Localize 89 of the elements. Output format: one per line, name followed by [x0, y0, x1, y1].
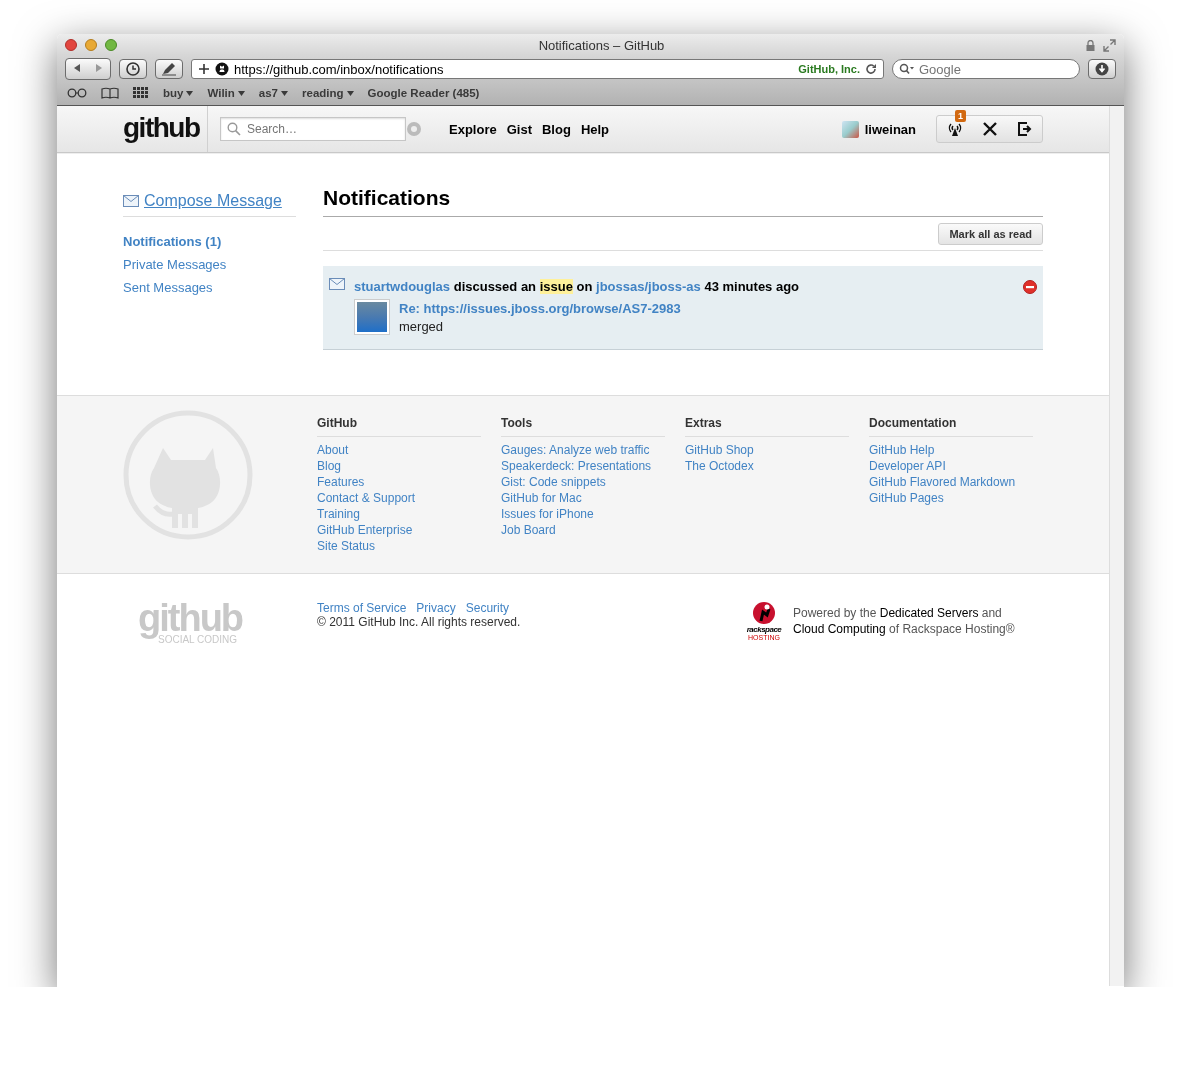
legal-link[interactable]: Terms of Service: [317, 601, 407, 615]
mark-all-read-button[interactable]: Mark all as read: [938, 223, 1043, 245]
sidebar-link[interactable]: Private Messages: [123, 257, 227, 272]
footer-link[interactable]: Developer API: [869, 459, 946, 473]
comment-text: merged: [399, 319, 445, 334]
reload-icon[interactable]: [865, 63, 877, 75]
footer-link[interactable]: GitHub Help: [869, 443, 935, 457]
caret-icon: [346, 90, 354, 96]
caret-icon: [186, 90, 194, 96]
footer-link[interactable]: About: [317, 443, 349, 457]
bookmark-link[interactable]: Google Reader (485): [367, 87, 480, 99]
footer-heading: Tools: [501, 416, 665, 437]
repository-link[interactable]: jbossas/jboss-as: [596, 279, 701, 294]
plus-icon[interactable]: [198, 63, 210, 75]
compose-message-link[interactable]: Compose Message: [144, 192, 282, 210]
sponsor-logo-text: rackspace: [746, 625, 782, 634]
nav-link[interactable]: Gist: [506, 121, 532, 137]
footer-heading: GitHub: [317, 416, 481, 437]
search-field[interactable]: Google: [892, 59, 1080, 79]
history-button[interactable]: [119, 59, 147, 79]
footer-link[interactable]: Speakerdeck: Presentations: [501, 459, 652, 473]
footer-heading: Extras: [685, 416, 849, 437]
lock-icon: [1086, 39, 1095, 51]
footer-link[interactable]: Gist: Code snippets: [501, 475, 606, 489]
search-icon: [899, 63, 915, 75]
legal-link[interactable]: Privacy: [416, 601, 456, 615]
notification-text: stuartwdouglas discussed an issue on jbossas/jboss-as 43 minutes ago: [354, 279, 800, 295]
bookmark-link[interactable]: reading: [302, 87, 344, 99]
close-button[interactable]: [65, 39, 77, 51]
broadcast-icon: [946, 121, 963, 137]
search-field[interactable]: Search…: [220, 117, 406, 141]
legal-link[interactable]: Security: [465, 601, 510, 615]
footer-link[interactable]: GitHub Pages: [869, 491, 944, 505]
site-logo[interactable]: github: [123, 106, 208, 152]
footer-link[interactable]: Contact & Support: [317, 491, 416, 505]
footer-link[interactable]: Job Board: [501, 523, 556, 537]
footer-link[interactable]: GitHub Flavored Markdown: [869, 475, 1016, 489]
footer-link[interactable]: Training: [317, 507, 360, 521]
comment-link[interactable]: Re: https://issues.jboss.org/browse/AS7-2983: [399, 301, 681, 316]
powered-by-text: Powered by the Dedicated Servers and Cloud Computing of Rackspace Hosting®: [793, 605, 1016, 637]
remove-icon[interactable]: [1023, 280, 1037, 294]
zoom-button[interactable]: [105, 39, 117, 51]
footer-link[interactable]: GitHub for Mac: [501, 491, 582, 505]
nav-link[interactable]: Blog: [542, 121, 571, 137]
bookmark-link[interactable]: Wilin: [207, 87, 235, 99]
share-button[interactable]: [155, 59, 183, 79]
sidebar-link[interactable]: Sent Messages: [123, 280, 213, 295]
notification-count: 1: [955, 110, 966, 122]
footer-link[interactable]: GitHub Enterprise: [317, 523, 413, 537]
download-icon: [1095, 62, 1109, 76]
copyright-text: © 2011 GitHub Inc. All rights reserved.: [317, 615, 522, 629]
caret-icon: [237, 90, 245, 96]
pencil-icon: [161, 62, 177, 76]
caret-icon: [281, 90, 288, 96]
footer-link[interactable]: Issues for iPhone: [501, 507, 594, 521]
window-title: Notifications – GitHub: [537, 37, 666, 53]
nav-link[interactable]: Help: [580, 121, 610, 137]
sidebar-link[interactable]: Notifications (1): [123, 234, 222, 249]
clock-icon: [126, 62, 140, 76]
rackspace-logo-icon: [752, 601, 776, 625]
footer-link[interactable]: The Octodex: [685, 459, 754, 473]
bookmark-link[interactable]: as7: [258, 87, 278, 99]
back-forward-buttons[interactable]: [65, 58, 111, 80]
downloads-button[interactable]: [1088, 59, 1116, 79]
footer-heading: Documentation: [869, 416, 1033, 437]
user-avatar: [841, 120, 859, 138]
reading-list-icon[interactable]: [67, 88, 87, 98]
bookmark-link[interactable]: buy: [163, 87, 184, 99]
nav-link[interactable]: Explore: [449, 121, 497, 137]
grid-icon[interactable]: [133, 87, 149, 99]
fullscreen-icon[interactable]: [1103, 38, 1116, 52]
page-title: Notifications: [323, 186, 1043, 217]
search-icon: [227, 122, 241, 136]
footer-link[interactable]: Site Status: [317, 539, 376, 553]
envelope-icon: [123, 195, 139, 207]
site-identity: GitHub, Inc.: [798, 63, 860, 75]
user-link[interactable]: stuartwdouglas: [354, 279, 451, 294]
footer-link[interactable]: GitHub Shop: [685, 443, 754, 457]
footer-link[interactable]: Gauges: Analyze web traffic: [501, 443, 650, 457]
favicon-icon: [215, 62, 229, 76]
search-input[interactable]: Google: [919, 61, 1059, 77]
username-link[interactable]: liweinan: [864, 121, 916, 137]
footer-link[interactable]: Blog: [317, 459, 342, 473]
address-field[interactable]: https://github.com/inbox/notifications GitHub, Inc.: [191, 59, 884, 79]
footer-link[interactable]: Features: [317, 475, 365, 489]
minimize-button[interactable]: [85, 39, 97, 51]
envelope-icon: [329, 278, 345, 290]
book-icon[interactable]: [101, 87, 119, 99]
sign-out-icon: [1016, 121, 1033, 137]
